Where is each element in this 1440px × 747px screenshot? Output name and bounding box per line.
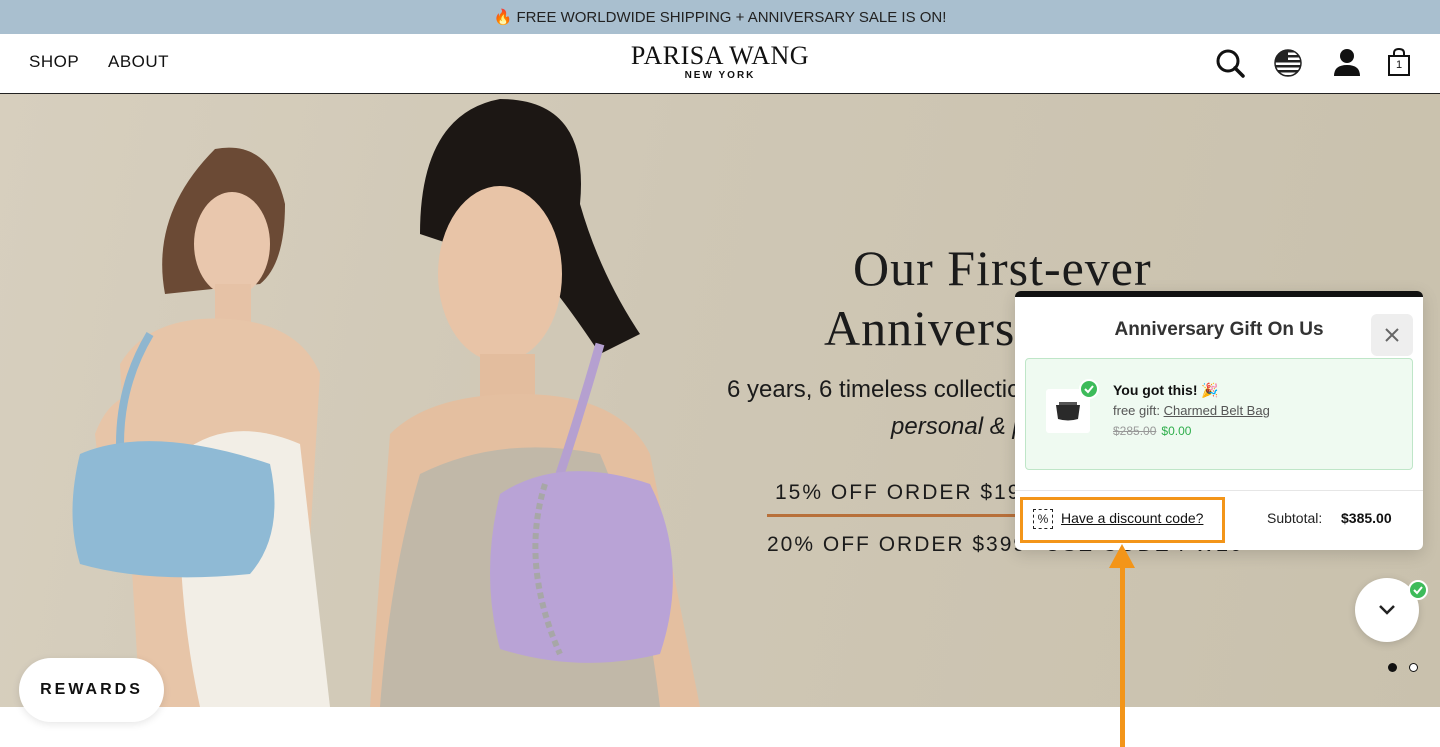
hero-offer-2: 20% OFF ORDER $399 (767, 533, 1028, 556)
search-icon[interactable] (1214, 46, 1246, 80)
hero-title-line1: Our First-ever (853, 240, 1152, 296)
gift-product-link[interactable]: Charmed Belt Bag (1164, 403, 1270, 418)
below-fold-section (0, 707, 1440, 747)
gift-headline: You got this! 🎉 (1113, 382, 1219, 398)
offer-underline (767, 514, 1027, 517)
us-flag-icon[interactable] (1272, 46, 1304, 80)
slide-dot-1[interactable] (1388, 663, 1397, 672)
user-icon[interactable] (1331, 46, 1363, 80)
shopping-bag-icon[interactable]: 1 (1387, 46, 1411, 80)
close-icon (1385, 328, 1399, 342)
nav-about[interactable]: ABOUT (108, 52, 169, 72)
close-button[interactable] (1371, 314, 1413, 356)
chevron-down-icon (1379, 605, 1395, 615)
gift-card: You got this! 🎉 free gift: Charmed Belt … (1025, 358, 1413, 470)
hero-subtitle-line2: personal & p (891, 413, 1026, 440)
annotation-arrow-shaft (1120, 566, 1125, 747)
logo-subline: NEW YORK (684, 70, 756, 81)
nav-shop[interactable]: SHOP (29, 52, 79, 72)
hero-subtitle-line1: 6 years, 6 timeless collection (727, 376, 1034, 403)
discount-percent-icon: % (1033, 509, 1053, 529)
subtotal-label: Subtotal: (1267, 510, 1323, 526)
popup-title: Anniversary Gift On Us (1114, 319, 1324, 340)
announcement-text: 🔥 FREE WORLDWIDE SHIPPING + ANNIVERSARY … (493, 9, 947, 26)
site-header: SHOP ABOUT PARISA WANG NEW YORK 1 (0, 34, 1440, 94)
gift-price: $285.00 $0.00 (1113, 424, 1191, 438)
discount-code-link[interactable]: Have a discount code? (1061, 510, 1203, 526)
check-badge-icon (1408, 580, 1428, 600)
popup-footer: % Have a discount code? Subtotal: $385.0… (1015, 490, 1423, 550)
gift-popup: Anniversary Gift On Us You got this! 🎉 f… (1015, 291, 1423, 550)
hero-offer-1: 15% OFF ORDER $199 (775, 481, 1036, 504)
hero-title-line2: Annivers (824, 300, 1016, 356)
gift-old-price: $285.00 (1113, 424, 1157, 438)
cart-count-badge: 1 (1395, 59, 1403, 71)
slide-dot-2[interactable] (1409, 663, 1418, 672)
announcement-bar: 🔥 FREE WORLDWIDE SHIPPING + ANNIVERSARY … (0, 0, 1440, 34)
gift-prefix: free gift: (1113, 403, 1164, 418)
gift-description: free gift: Charmed Belt Bag (1113, 403, 1270, 418)
brand-logo[interactable]: PARISA WANG NEW YORK (620, 41, 820, 82)
annotation-arrow-head (1109, 544, 1135, 568)
logo-wordmark: PARISA WANG (630, 41, 810, 70)
gift-check-icon (1079, 379, 1099, 399)
subtotal-value: $385.00 (1341, 510, 1392, 526)
gift-new-price: $0.00 (1161, 424, 1192, 438)
rewards-button[interactable]: REWARDS (19, 658, 164, 722)
